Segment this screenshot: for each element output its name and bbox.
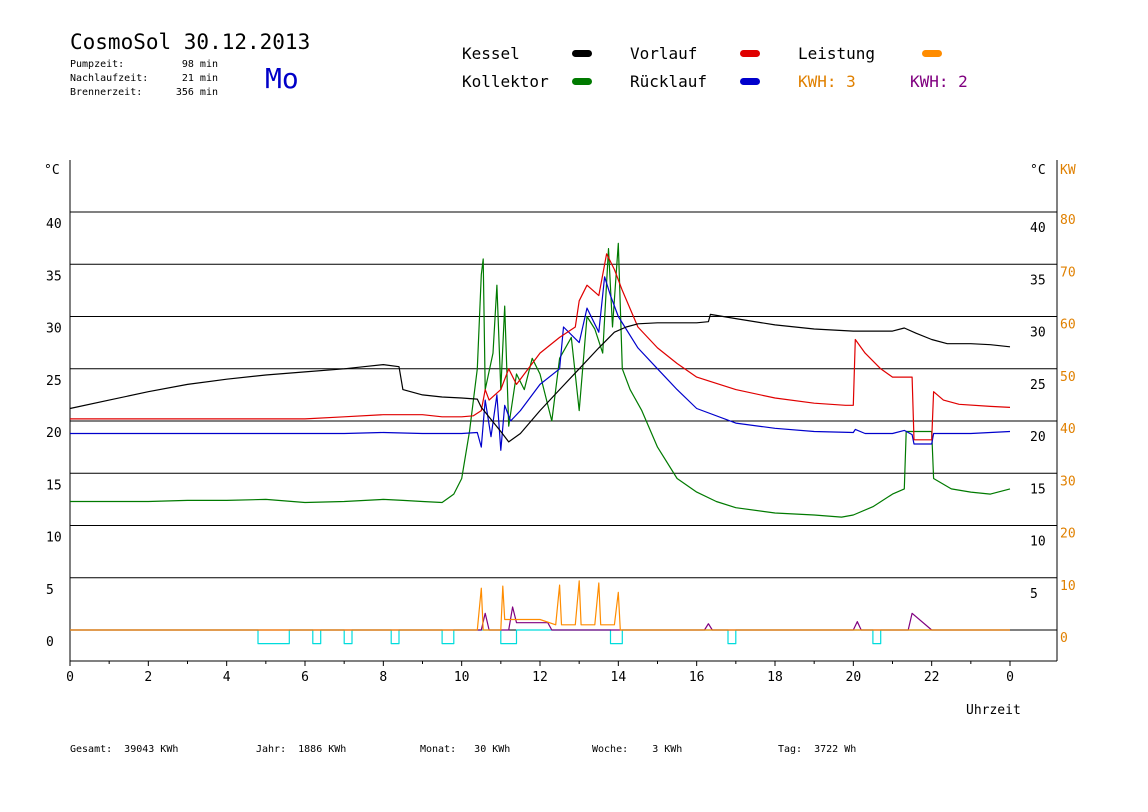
y-tick-left-0: 0 — [46, 635, 54, 650]
series-layer — [69, 242, 1011, 645]
x-tick-label-11: 22 — [924, 670, 940, 685]
x-tick-label-10: 20 — [846, 670, 862, 685]
y2-tick-40: 40 — [1060, 422, 1076, 437]
y2-tick-80: 80 — [1060, 213, 1076, 228]
y-tick-left-15: 15 — [46, 478, 62, 493]
series-ruecklauf-line — [70, 276, 1011, 451]
series-kwh2-line — [70, 606, 1010, 631]
x-axis-label: Uhrzeit — [966, 703, 1021, 718]
y-tick-right-10: 10 — [1030, 535, 1046, 550]
x-tick-label-8: 16 — [689, 670, 705, 685]
footer-woche: Woche: 3 KWh — [592, 744, 683, 755]
y-tick-left-20: 20 — [46, 426, 62, 441]
y-tick-left-35: 35 — [46, 269, 62, 284]
y-tick-left-30: 30 — [46, 322, 62, 337]
y-tick-right-35: 35 — [1030, 273, 1046, 288]
y2-unit: KW — [1060, 163, 1076, 178]
y2-tick-60: 60 — [1060, 318, 1076, 333]
y2-tick-50: 50 — [1060, 370, 1076, 385]
y2-tick-0: 0 — [1060, 631, 1068, 646]
grid-layer — [70, 211, 1057, 631]
y-tick-right-5: 5 — [1030, 587, 1038, 602]
x-tick-label-7: 14 — [611, 670, 627, 685]
x-tick-label-4: 8 — [379, 670, 387, 685]
y-unit-left: °C — [44, 163, 60, 178]
y-tick-right-20: 20 — [1030, 430, 1046, 445]
y2-tick-30: 30 — [1060, 474, 1076, 489]
y2-tick-20: 20 — [1060, 527, 1076, 542]
y-tick-left-5: 5 — [46, 583, 54, 598]
footer-tag: Tag: 3722 Wh — [778, 744, 857, 755]
x-tick-label-5: 10 — [454, 670, 470, 685]
series-kollektor-line — [70, 242, 1011, 518]
y-tick-left-25: 25 — [46, 374, 62, 389]
y-tick-right-15: 15 — [1030, 482, 1046, 497]
x-tick-label-2: 4 — [223, 670, 231, 685]
footer-gesamt: Gesamt: 39043 KWh — [70, 744, 179, 755]
x-tick-label-9: 18 — [767, 670, 783, 685]
x-tick-label-0: 0 — [66, 670, 74, 685]
x-tick-label-1: 2 — [144, 670, 152, 685]
series-vorlauf-line — [70, 253, 1011, 441]
series-pump-line — [70, 629, 1010, 645]
x-tick-label-6: 12 — [532, 670, 548, 685]
y-unit-right: °C — [1030, 163, 1046, 178]
y-tick-right-25: 25 — [1030, 378, 1046, 393]
x-tick-label-12: 0 — [1006, 670, 1014, 685]
y2-tick-10: 10 — [1060, 579, 1076, 594]
y-tick-right-30: 30 — [1030, 326, 1046, 341]
footer-jahr: Jahr: 1886 KWh — [256, 744, 347, 755]
y-tick-left-10: 10 — [46, 531, 62, 546]
y2-tick-70: 70 — [1060, 265, 1076, 280]
y-tick-right-40: 40 — [1030, 221, 1046, 236]
series-kessel-line — [69, 313, 1011, 443]
x-tick-label-3: 6 — [301, 670, 309, 685]
footer-monat: Monat: 30 KWh — [420, 744, 511, 755]
temperature-chart: 0510152025303540510152025303540010203040… — [44, 160, 1076, 718]
y-tick-left-40: 40 — [46, 217, 62, 232]
